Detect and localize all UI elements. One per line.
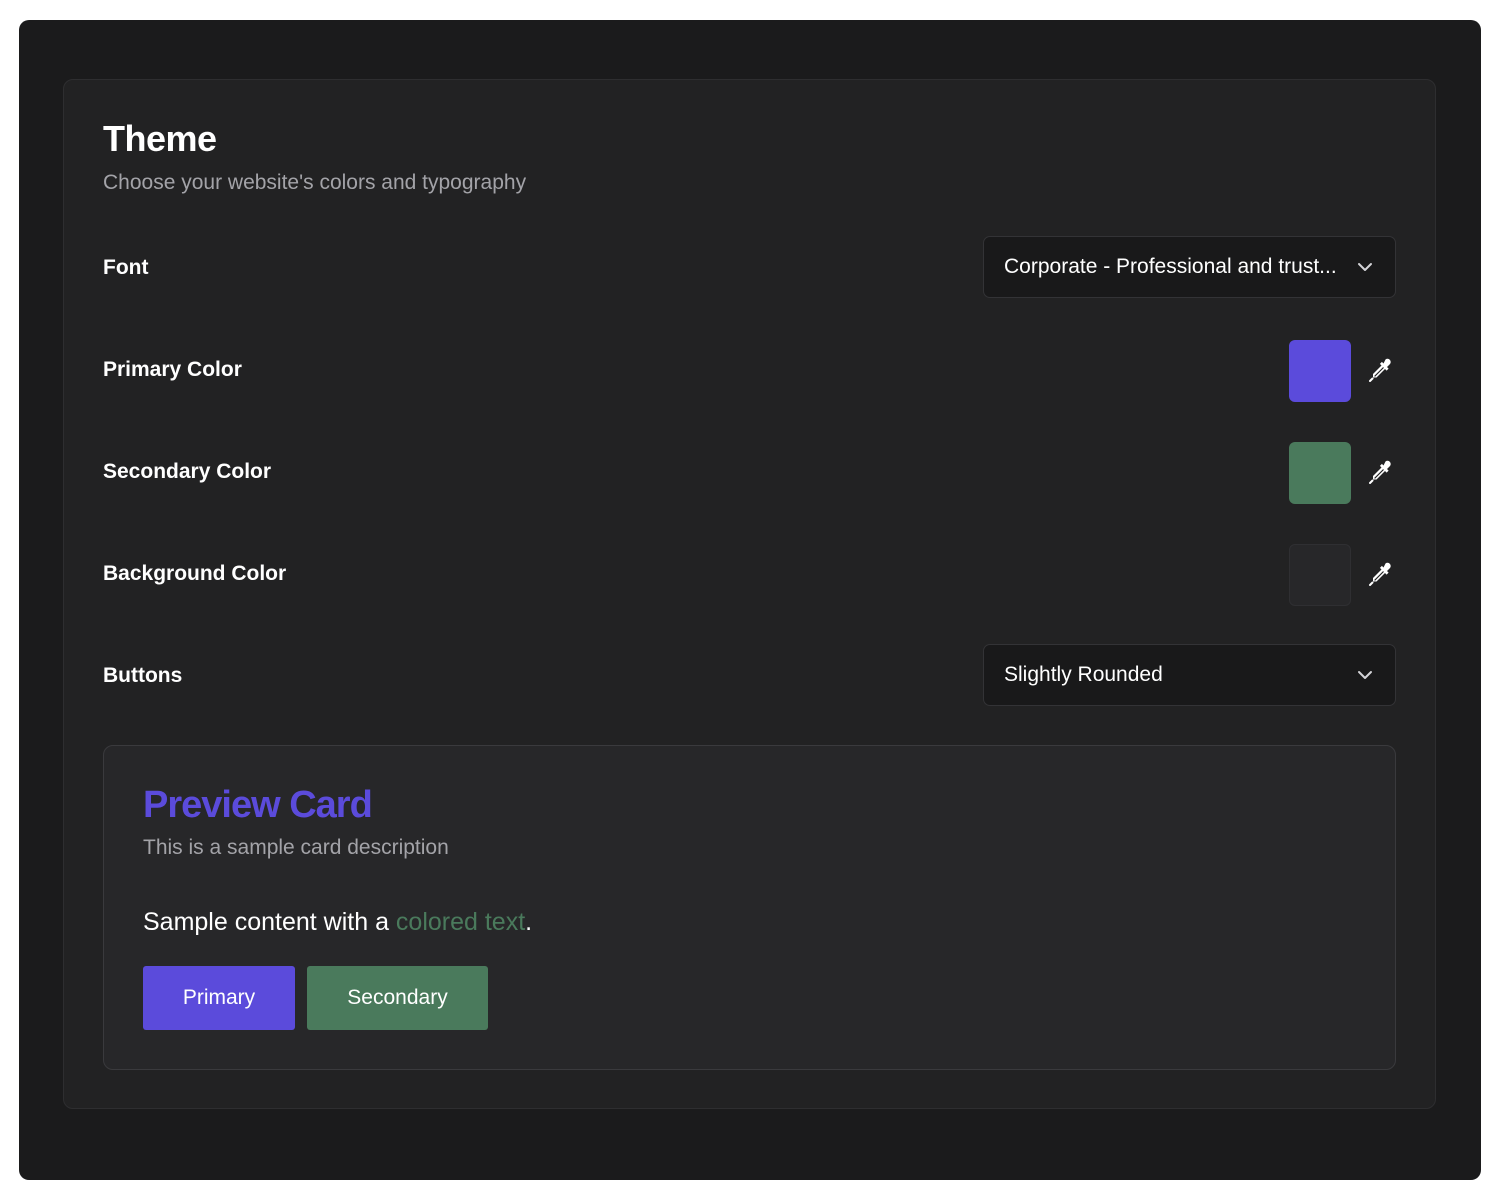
primary-color-row: Primary Color <box>103 338 1396 402</box>
panel-title: Theme <box>103 118 217 159</box>
preview-primary-button[interactable]: Primary <box>143 966 295 1030</box>
app-frame: Theme Choose your website's colors and t… <box>19 20 1481 1180</box>
chevron-down-icon <box>1358 263 1372 271</box>
preview-colored-text: colored text <box>395 908 526 936</box>
background-color-row: Background Color <box>103 542 1396 606</box>
secondary-color-row: Secondary Color <box>103 440 1396 504</box>
buttons-style-select[interactable]: Slightly Rounded <box>983 644 1396 706</box>
buttons-select-value: Slightly Rounded <box>1004 663 1163 686</box>
theme-settings-panel: Theme Choose your website's colors and t… <box>63 79 1436 1109</box>
preview-card-description: This is a sample card description <box>143 836 449 859</box>
preview-secondary-button[interactable]: Secondary <box>307 966 488 1030</box>
font-label: Font <box>103 256 149 279</box>
panel-subtitle: Choose your website's colors and typogra… <box>103 171 527 194</box>
secondary-color-label: Secondary Color <box>103 460 272 483</box>
primary-color-label: Primary Color <box>103 358 242 381</box>
buttons-setting-row: Buttons Slightly Rounded <box>103 644 1396 708</box>
buttons-label: Buttons <box>103 664 183 687</box>
preview-content-prefix: Sample content with a <box>143 908 396 936</box>
chevron-down-icon <box>1358 671 1372 679</box>
font-select-value: Corporate - Professional and trust... <box>1004 255 1337 278</box>
primary-color-swatch[interactable] <box>1289 340 1351 402</box>
eyedropper-icon[interactable] <box>1366 457 1396 487</box>
font-setting-row: Font Corporate - Professional and trust.… <box>103 236 1396 300</box>
preview-content: Sample content with a colored text. <box>143 908 532 937</box>
preview-card-title: Preview Card <box>143 784 373 826</box>
preview-content-suffix: . <box>525 908 533 936</box>
secondary-color-swatch[interactable] <box>1289 442 1351 504</box>
font-select[interactable]: Corporate - Professional and trust... <box>983 236 1396 298</box>
preview-card: Preview Card This is a sample card descr… <box>103 745 1396 1070</box>
background-color-label: Background Color <box>103 562 287 585</box>
eyedropper-icon[interactable] <box>1366 559 1396 589</box>
background-color-swatch[interactable] <box>1289 544 1351 606</box>
eyedropper-icon[interactable] <box>1366 355 1396 385</box>
